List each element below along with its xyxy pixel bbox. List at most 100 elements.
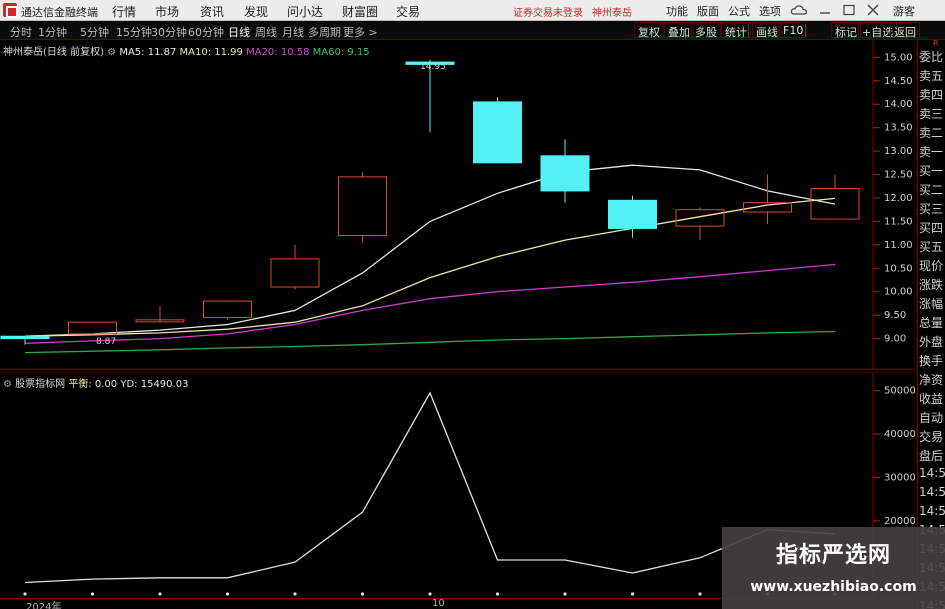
ma5-label: MA5: 11.87	[119, 47, 177, 58]
maximize-icon[interactable]	[840, 3, 858, 17]
menu-item-wenxiaoda[interactable]: 问小达	[287, 3, 323, 20]
y-tick-label: 10.50	[884, 263, 913, 274]
yd-value: YD: 15490.03	[120, 379, 189, 390]
ma60-label: MA60: 9.15	[312, 47, 370, 58]
quote-panel-label: 卖四	[919, 88, 944, 102]
menu-item-hangqing[interactable]: 行情	[112, 3, 136, 20]
main-chart-legend: 神州泰岳(日线 前复权) ⚙ MA5: 11.87 MA10: 11.99 MA…	[3, 43, 370, 58]
menu-item-caifuquan[interactable]: 财富圈	[342, 3, 378, 20]
y-tick-label: 30000	[884, 472, 915, 483]
menu-banmian[interactable]: 版面	[697, 3, 719, 19]
watermark-banner: 指标严选网 www.xuezhibiao.com	[722, 527, 945, 609]
quote-panel-label: 买三	[919, 202, 944, 216]
y-tick-label: 50000	[884, 386, 915, 397]
ma20-label: MA20: 10.58	[246, 47, 310, 58]
quote-side-panel[interactable]: R 委比 卖五 卖四 卖三 卖二 卖一 买一 买二 买三 买四 买五 现价 涨跌 涨幅 总量 外盘 换手 净资 收益…	[917, 39, 945, 609]
indicator-point	[225, 592, 230, 596]
quote-panel-label: 涨幅	[919, 297, 944, 311]
balance-value: 平衡: 0.00	[68, 379, 118, 390]
fuquan-button[interactable]: 复权	[634, 22, 664, 39]
mark-button[interactable]: 标记	[831, 22, 861, 39]
stock-name-label: 神州泰岳	[3, 47, 43, 58]
low-price-label: 8.87	[96, 337, 116, 347]
menu-xuanxiang[interactable]: 选项	[759, 3, 781, 19]
app-logo-icon	[3, 3, 18, 18]
quote-panel-label: 14:5	[919, 504, 945, 518]
indicator-point	[158, 592, 162, 596]
ma10-label: MA10: 11.99	[179, 47, 243, 58]
stats-button[interactable]: 统计	[721, 22, 751, 39]
cloud-icon[interactable]	[790, 3, 808, 17]
settings-gear-icon[interactable]: ⚙	[107, 47, 116, 58]
period-monthly[interactable]: 月线	[282, 24, 304, 40]
candle-body	[540, 155, 590, 192]
indicator-point	[563, 592, 567, 596]
overlay-button[interactable]: 叠加	[664, 22, 694, 39]
watermark-url: www.xuezhibiao.com	[750, 579, 917, 595]
indicator-name: 股票指标网	[15, 379, 66, 390]
indicator-point	[495, 592, 500, 596]
quote-panel-label: 换手	[919, 354, 944, 368]
quote-panel-label: 盘后	[919, 449, 944, 463]
quote-panel-label: 外盘	[919, 335, 944, 349]
f10-button[interactable]: F10	[779, 22, 808, 38]
period-30min[interactable]: 30分钟	[151, 24, 187, 40]
minimize-icon[interactable]	[816, 3, 834, 17]
candle-body	[0, 335, 50, 340]
y-tick-label: 9.00	[884, 334, 906, 345]
quote-panel-label: 买二	[919, 183, 944, 197]
menu-item-faxian[interactable]: 发现	[244, 3, 268, 20]
quote-panel-label: 净资	[919, 373, 944, 387]
menu-gongneng[interactable]: 功能	[666, 3, 688, 19]
indicator-point	[293, 592, 297, 596]
quote-panel-label: 收益	[919, 392, 944, 406]
quote-panel-label: 涨跌	[919, 278, 944, 292]
y-tick-label: 15.00	[884, 52, 913, 63]
indicator-settings-icon[interactable]: ⚙	[3, 379, 12, 390]
y-tick-label: 20000	[884, 516, 915, 527]
back-button[interactable]: 返回	[890, 22, 920, 39]
quote-panel-label: 自动	[919, 411, 944, 425]
trade-login-notice[interactable]: 证券交易未登录	[513, 4, 583, 19]
date-label-mid: 10	[432, 598, 445, 609]
chart-mode-label: (日线 前复权)	[43, 47, 104, 58]
indicator-point	[23, 592, 27, 596]
candlestick-chart[interactable]: 9.00 9.50 10.00 10.50 11.00 11.50 12.00 12.50 13…	[0, 40, 915, 370]
toolbar-divider	[748, 24, 749, 37]
period-weekly[interactable]: 周线	[255, 24, 277, 40]
quote-panel-label: 买五	[919, 240, 944, 254]
date-label-start: 2024年	[26, 602, 62, 609]
period-60min[interactable]: 60分钟	[188, 24, 224, 40]
y-tick-label: 14.50	[884, 76, 913, 87]
menu-item-zixun[interactable]: 资讯	[200, 3, 224, 20]
period-multi[interactable]: 多周期	[308, 24, 341, 40]
guest-label[interactable]: 游客	[893, 3, 915, 19]
current-stock-name: 神州泰岳	[592, 8, 632, 19]
period-daily[interactable]: 日线	[228, 24, 250, 40]
period-15min[interactable]: 15分钟	[116, 24, 152, 40]
quote-panel-label: 卖一	[919, 145, 944, 159]
y-tick-label: 12.50	[884, 170, 913, 181]
quote-panel-label: 现价	[919, 259, 944, 273]
period-1min[interactable]: 1分钟	[38, 24, 67, 40]
menu-gongshi[interactable]: 公式	[728, 3, 750, 19]
period-more[interactable]: 更多 >	[343, 24, 378, 40]
menu-item-jiaoyi[interactable]: 交易	[396, 3, 420, 20]
quote-panel-label: 卖五	[919, 69, 944, 83]
quote-panel-label: 卖二	[919, 126, 944, 140]
quote-panel-label: 14:5	[919, 485, 945, 499]
y-tick-label: 13.50	[884, 123, 913, 134]
menu-item-shichang[interactable]: 市场	[155, 3, 179, 20]
indicator-legend: ⚙ 股票指标网 平衡: 0.00 YD: 15490.03	[3, 375, 188, 390]
y-tick-label: 40000	[884, 429, 915, 440]
period-fenshi[interactable]: 分时	[10, 24, 32, 40]
app-title: 通达信金融终端	[21, 6, 98, 19]
close-icon[interactable]	[864, 3, 882, 17]
draw-line-button[interactable]: 画线	[752, 22, 782, 39]
candlestick-panel[interactable]: 9.00 9.50 10.00 10.50 11.00 11.50 12.00 12.50 13…	[0, 40, 915, 370]
candle-body	[473, 101, 522, 164]
period-5min[interactable]: 5分钟	[80, 24, 109, 40]
multi-stock-button[interactable]: 多股	[691, 22, 721, 39]
y-tick-label: 13.00	[884, 146, 913, 157]
y-tick-label: 14.00	[884, 99, 913, 110]
